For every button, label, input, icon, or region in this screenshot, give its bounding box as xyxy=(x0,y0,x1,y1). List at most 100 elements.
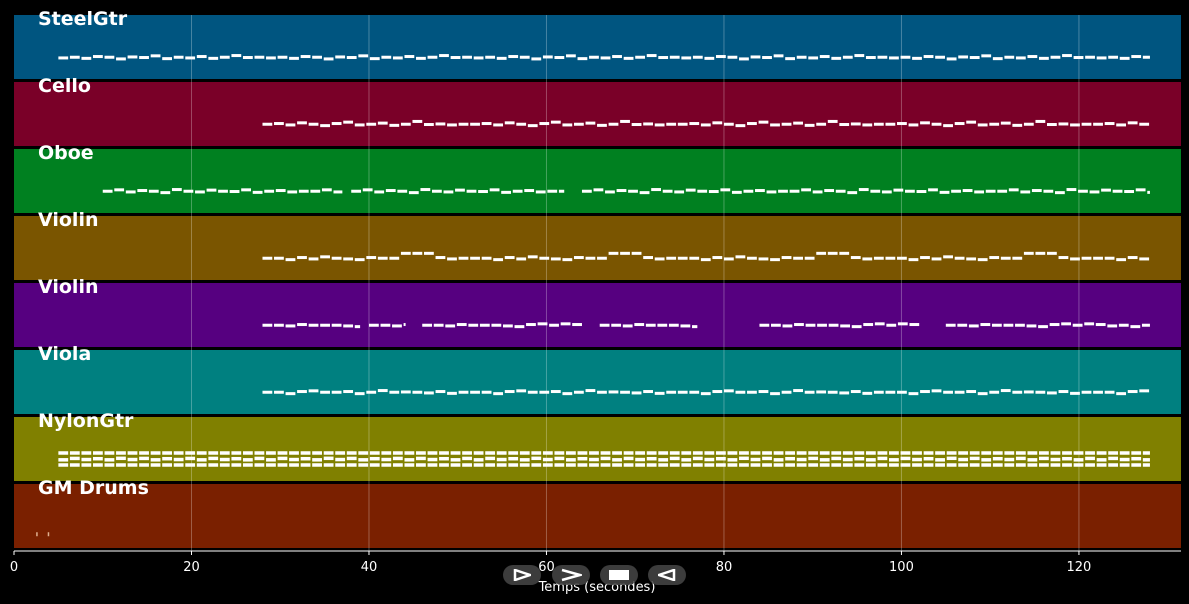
note xyxy=(1116,392,1127,396)
note xyxy=(831,56,842,60)
note xyxy=(862,391,873,395)
note xyxy=(966,120,977,124)
note xyxy=(1039,56,1049,60)
note xyxy=(481,256,492,260)
note xyxy=(897,122,907,126)
note xyxy=(369,456,380,461)
note xyxy=(646,463,657,467)
note xyxy=(242,451,253,455)
note xyxy=(150,458,161,462)
note xyxy=(1062,463,1072,467)
note xyxy=(162,57,173,61)
note xyxy=(504,121,515,125)
note xyxy=(58,451,69,455)
note xyxy=(796,457,807,462)
note xyxy=(854,463,865,467)
note xyxy=(531,451,542,455)
note xyxy=(458,256,469,260)
note xyxy=(550,390,561,394)
rewind-button[interactable] xyxy=(648,565,686,585)
note xyxy=(885,256,896,260)
note xyxy=(631,123,642,127)
note xyxy=(912,451,922,455)
track-label: Oboe xyxy=(38,142,94,164)
note xyxy=(312,55,322,59)
note xyxy=(439,456,449,461)
note xyxy=(300,456,311,461)
note xyxy=(669,55,680,59)
note xyxy=(1049,323,1060,327)
note xyxy=(242,463,253,467)
note xyxy=(139,463,149,467)
note xyxy=(817,323,827,327)
note xyxy=(704,457,715,462)
note xyxy=(539,256,550,260)
note xyxy=(992,456,1003,461)
note xyxy=(850,390,861,394)
note xyxy=(854,456,865,461)
note xyxy=(1108,463,1119,467)
note xyxy=(958,463,969,467)
note xyxy=(565,458,576,462)
note xyxy=(565,463,576,467)
note xyxy=(125,190,136,194)
note xyxy=(1000,256,1011,260)
note xyxy=(462,463,472,467)
note xyxy=(104,458,115,462)
note xyxy=(308,257,319,261)
note xyxy=(1119,463,1130,467)
note xyxy=(674,190,685,194)
note xyxy=(974,190,985,194)
note xyxy=(1096,56,1107,60)
note xyxy=(727,463,738,467)
note xyxy=(300,451,311,455)
note xyxy=(196,458,207,462)
fast-forward-button[interactable] xyxy=(552,565,590,585)
note xyxy=(285,258,296,262)
note xyxy=(266,463,276,467)
note xyxy=(893,188,904,192)
note xyxy=(816,251,827,255)
note xyxy=(793,121,803,125)
note xyxy=(323,451,334,455)
note xyxy=(473,451,484,455)
note xyxy=(900,55,911,59)
note xyxy=(297,323,307,327)
note xyxy=(897,322,908,326)
note xyxy=(542,451,553,455)
note xyxy=(1027,458,1038,462)
note xyxy=(666,256,677,260)
note xyxy=(366,390,377,394)
note xyxy=(793,389,803,393)
note xyxy=(881,190,892,194)
note xyxy=(827,251,838,255)
note xyxy=(577,463,588,467)
note xyxy=(685,188,696,192)
note xyxy=(1116,123,1127,127)
note xyxy=(1139,257,1150,261)
note xyxy=(173,457,184,462)
note xyxy=(589,457,599,462)
note xyxy=(308,122,319,126)
note xyxy=(195,190,205,194)
note xyxy=(981,458,992,462)
note xyxy=(242,56,253,60)
stop-button[interactable] xyxy=(600,565,638,585)
note xyxy=(750,457,761,462)
note xyxy=(808,463,819,467)
note xyxy=(1131,55,1142,59)
note xyxy=(1081,122,1092,126)
note xyxy=(69,463,80,467)
note xyxy=(1095,323,1106,327)
note xyxy=(700,258,711,262)
note xyxy=(47,532,50,537)
play-button[interactable] xyxy=(503,565,541,585)
note xyxy=(320,323,330,327)
note xyxy=(462,451,472,455)
note xyxy=(612,55,622,59)
note xyxy=(381,463,392,467)
note xyxy=(608,251,619,255)
note xyxy=(485,456,496,461)
note xyxy=(424,123,434,127)
note xyxy=(358,458,369,462)
